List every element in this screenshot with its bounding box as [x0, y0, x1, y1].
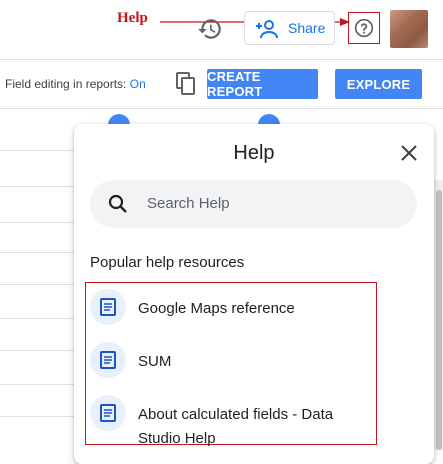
background-row-line [0, 384, 80, 385]
background-row-line [0, 222, 80, 223]
close-icon[interactable] [400, 144, 418, 162]
explore-button[interactable]: EXPLORE [335, 69, 422, 99]
search-help-input[interactable]: Search Help [90, 180, 417, 228]
create-report-button[interactable]: CREATE REPORT [207, 69, 318, 99]
document-icon [90, 342, 126, 378]
background-row-line [0, 416, 80, 417]
user-avatar[interactable] [390, 10, 428, 48]
scrollbar-thumb[interactable] [436, 190, 442, 450]
help-annotation-label: Help [117, 10, 148, 26]
search-placeholder: Search Help [147, 195, 230, 212]
resource-label: Google Maps reference [138, 300, 295, 317]
background-row-line [0, 252, 80, 253]
background-row-line [0, 186, 80, 187]
help-panel: Help Search Help Popular help resources … [74, 124, 434, 464]
field-editing-label: Field editing in reports: [5, 77, 127, 91]
resource-label: About calculated fields - Data Studio He… [138, 406, 334, 447]
top-bar: Help Share [0, 0, 443, 60]
resource-label: SUM [138, 353, 172, 370]
document-icon [90, 395, 126, 431]
help-panel-title: Help [233, 142, 275, 164]
document-icon [90, 289, 126, 325]
share-button[interactable]: Share [244, 11, 335, 45]
background-row-line [0, 284, 80, 285]
search-icon [108, 194, 127, 213]
background-row-line [0, 350, 80, 351]
copy-icon[interactable] [175, 72, 197, 96]
share-label: Share [288, 20, 326, 36]
help-button[interactable] [348, 12, 380, 44]
field-editing-status: Field editing in reports: On [5, 77, 146, 91]
history-icon[interactable] [197, 16, 223, 42]
field-editing-toggle[interactable]: On [130, 77, 146, 91]
toolbar-divider [0, 108, 443, 109]
person-add-icon [256, 20, 278, 39]
report-toolbar: Field editing in reports: On CREATE REPO… [0, 60, 443, 108]
background-row-line [0, 318, 80, 319]
help-circle-icon [354, 18, 374, 38]
background-row-line [0, 150, 80, 151]
section-heading: Popular help resources [90, 254, 245, 271]
